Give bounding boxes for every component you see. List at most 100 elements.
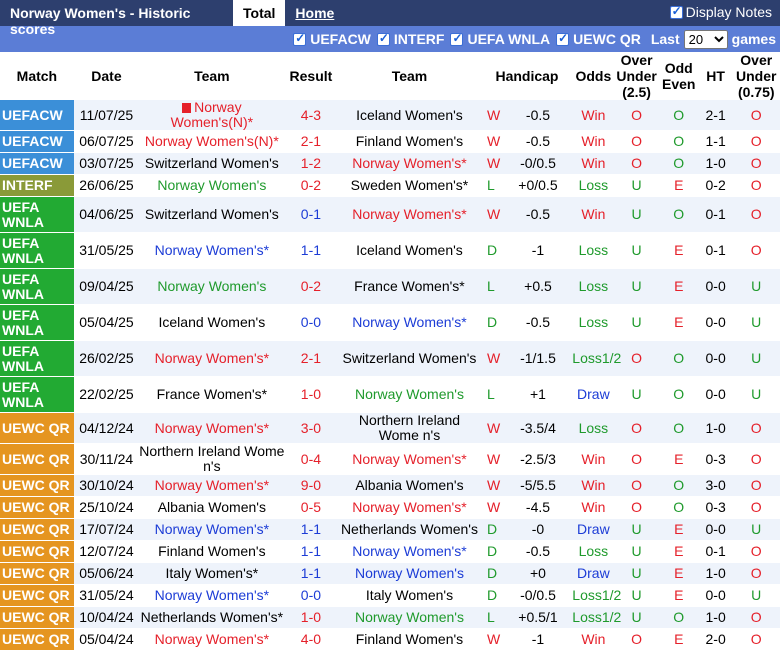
over-under-075-cell: O [732, 562, 780, 585]
score-cell: 0-4 [284, 443, 338, 475]
filter-checkbox[interactable] [556, 31, 570, 46]
table-row[interactable]: UEFACW 11/07/25 Norway Women's(N)* 4-3 Icela… [0, 100, 780, 131]
competition-cell: UEFA WNLA [0, 304, 74, 341]
odd-even-cell: O [658, 412, 699, 444]
tab-total[interactable]: Total [233, 0, 286, 26]
filter-uewc-qr[interactable]: UEWC QR [556, 31, 641, 47]
table-row[interactable]: UEWC QR 12/07/24 Finland Women's 1-1 Norway … [0, 540, 780, 563]
table-row[interactable]: UEWC QR 31/05/24 Norway Women's* 0-0 Italy W… [0, 584, 780, 607]
table-row[interactable]: UEWC QR 30/10/24 Norway Women's* 9-0 Albania… [0, 474, 780, 497]
table-row[interactable]: UEFA WNLA 05/04/25 Iceland Women's 0-0 Norwa… [0, 304, 780, 341]
away-team-cell: Sweden Women's* [337, 174, 482, 197]
date-cell: 11/07/25 [73, 100, 140, 131]
over-under-cell: O [614, 340, 659, 377]
score-cell: 0-0 [284, 304, 338, 341]
handicap-value: -0.5 [525, 543, 551, 559]
handicap-cell: W -1 [481, 628, 573, 651]
games-count-select[interactable]: 20 [683, 29, 728, 49]
table-row[interactable]: UEFA WNLA 31/05/25 Norway Women's* 1-1 Icela… [0, 232, 780, 269]
table-row[interactable]: UEFA WNLA 26/02/25 Norway Women's* 2-1 Switz… [0, 340, 780, 377]
competition-cell: UEFA WNLA [0, 232, 74, 269]
score-cell: 0-5 [284, 496, 338, 519]
table-row[interactable]: UEFACW 06/07/25 Norway Women's(N)* 2-1 Finla… [0, 130, 780, 153]
result-letter: W [486, 419, 501, 436]
over-under-075-cell: U [732, 584, 780, 607]
odd-even-cell: O [658, 196, 699, 233]
handicap-value: -5/5.5 [520, 477, 556, 493]
handicap-value: +0/0.5 [518, 177, 558, 193]
home-team-cell: Switzerland Women's [139, 152, 285, 175]
table-row[interactable]: UEWC QR 30/11/24 Northern Ireland Wome n's… [0, 443, 780, 475]
result-letter: D [486, 587, 498, 603]
display-notes-checkbox[interactable] [669, 4, 683, 19]
date-cell: 05/06/24 [73, 562, 140, 585]
handicap-cell: L +0.5/1 [481, 606, 573, 629]
competition-cell: UEWC QR [0, 628, 74, 651]
away-team-cell: France Women's* [337, 268, 482, 305]
filter-checkbox[interactable] [293, 31, 307, 46]
score-cell: 9-0 [284, 474, 338, 497]
handicap-value: +0 [529, 565, 546, 581]
filter-uefa-wnla[interactable]: UEFA WNLA [450, 31, 550, 47]
result-letter: W [486, 350, 501, 366]
half-time-cell: 0-0 [698, 268, 733, 305]
competition-cell: UEFA WNLA [0, 268, 74, 305]
result-letter: W [486, 450, 501, 467]
table-row[interactable]: UEFA WNLA 04/06/25 Switzerland Women's 0-1 N… [0, 196, 780, 233]
odds-cell: Loss [572, 304, 615, 341]
filter-label: UEWC QR [573, 31, 641, 47]
date-cell: 04/12/24 [73, 412, 140, 444]
date-cell: 22/02/25 [73, 376, 140, 413]
half-time-cell: 0-1 [698, 196, 733, 233]
half-time-cell: 0-1 [698, 540, 733, 563]
table-row[interactable]: UEWC QR 05/04/24 Norway Women's* 4-0 Finland… [0, 628, 780, 651]
odd-even-cell: E [658, 584, 699, 607]
odds-cell: Loss [572, 232, 615, 269]
filter-checkbox[interactable] [376, 31, 390, 46]
result-letter: D [486, 242, 498, 258]
handicap-cell: D -0.5 [481, 304, 573, 341]
handicap-value: +1 [529, 386, 546, 402]
away-team-cell: Norway Women's* [337, 196, 482, 233]
home-team-cell: Norway Women's* [139, 474, 285, 497]
table-row[interactable]: UEFA WNLA 09/04/25 Norway Women's 0-2 France… [0, 268, 780, 305]
table-row[interactable]: INTERF 26/06/25 Norway Women's 0-2 Sweden Wo… [0, 174, 780, 197]
table-row[interactable]: UEWC QR 04/12/24 Norway Women's* 3-0 Norther… [0, 412, 780, 444]
over-under-075-cell: O [732, 100, 780, 131]
over-under-cell: O [614, 474, 659, 497]
over-under-075-cell: O [732, 152, 780, 175]
table-row[interactable]: UEFA WNLA 22/02/25 France Women's* 1-0 Norwa… [0, 376, 780, 413]
tab-home[interactable]: Home [285, 0, 344, 26]
odd-even-cell: O [658, 376, 699, 413]
filter-uefacw[interactable]: UEFACW [293, 31, 371, 47]
date-cell: 17/07/24 [73, 518, 140, 541]
over-under-cell: O [614, 412, 659, 444]
table-row[interactable]: UEWC QR 25/10/24 Albania Women's 0-5 Norway … [0, 496, 780, 519]
handicap-cell: D -1 [481, 232, 573, 269]
odds-cell: Win [572, 196, 615, 233]
table-row[interactable]: UEWC QR 17/07/24 Norway Women's* 1-1 Netherl… [0, 518, 780, 541]
filter-interf[interactable]: INTERF [376, 31, 445, 47]
half-time-cell: 0-0 [698, 304, 733, 341]
filter-checkbox[interactable] [450, 31, 464, 46]
table-row[interactable]: UEFACW 03/07/25 Switzerland Women's 1-2 Norw… [0, 152, 780, 175]
over-under-075-cell: O [732, 606, 780, 629]
over-under-075-cell: U [732, 376, 780, 413]
home-team-cell: France Women's* [139, 376, 285, 413]
handicap-value: -0/0.5 [520, 587, 556, 603]
home-team-cell: Switzerland Women's [139, 196, 285, 233]
competition-cell: UEWC QR [0, 584, 74, 607]
table-row[interactable]: UEWC QR 05/06/24 Italy Women's* 1-1 Norway W… [0, 562, 780, 585]
filter-label: INTERF [393, 31, 445, 47]
table-header-row: Match Date Team Result Team Handicap Odds Over … [0, 52, 780, 100]
score-cell: 1-0 [284, 376, 338, 413]
away-team-cell: Finland Women's [337, 628, 482, 651]
handicap-value: -0.5 [525, 133, 551, 149]
display-notes-toggle[interactable]: Display Notes [669, 4, 772, 20]
odds-cell: Loss [572, 540, 615, 563]
over-under-075-cell: O [732, 496, 780, 519]
odds-cell: Win [572, 628, 615, 651]
column-header-date: Date [73, 52, 140, 100]
table-row[interactable]: UEWC QR 10/04/24 Netherlands Women's* 1-0 No… [0, 606, 780, 629]
column-header-home-team: Team [139, 52, 285, 100]
